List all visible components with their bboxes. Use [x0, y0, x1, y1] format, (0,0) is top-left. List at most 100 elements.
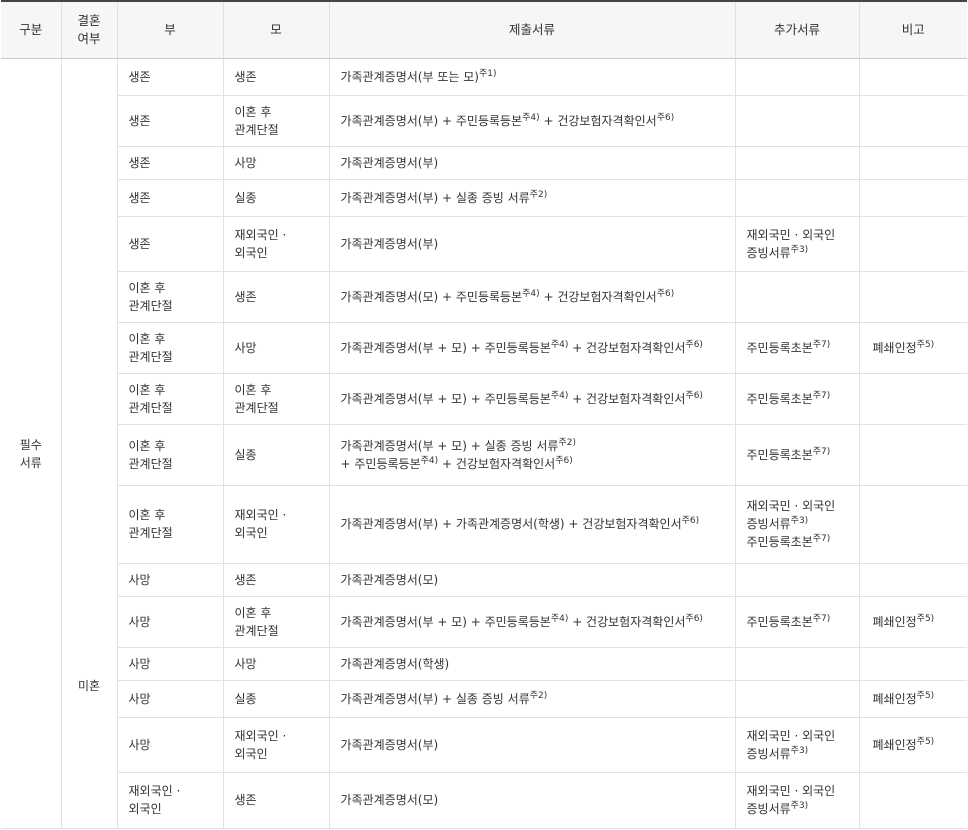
table-row: 사망 사망 가족관계증명서(학생)	[1, 647, 967, 681]
note-cell	[858, 95, 967, 147]
father-status-cell: 사망	[116, 647, 223, 681]
cell-text: 주민등록초본	[746, 340, 813, 355]
cell-text: 가족관계증명서(부 + 모) + 실종 증빙 서류	[340, 438, 559, 453]
cell-text: 가족관계증명서(부) + 실종 증빙 서류	[340, 190, 530, 205]
header-documents: 제출서류	[328, 0, 735, 59]
additional-documents-cell: 주민등록초본주7)	[734, 596, 859, 648]
cell-text: 가족관계증명서(부 + 모) + 주민등록등본	[340, 340, 551, 355]
mother-status-cell: 사망	[222, 322, 329, 374]
note-cell	[858, 485, 967, 564]
father-status-cell: 사망	[116, 563, 223, 597]
documents-cell: 가족관계증명서(모)	[328, 563, 735, 597]
father-status-cell: 이혼 후 관계단절	[116, 373, 223, 425]
table-row: 이혼 후 관계단절 실종 가족관계증명서(부 + 모) + 실종 증빙 서류주2) …	[1, 424, 967, 486]
table-row: 사망 생존 가족관계증명서(모)	[1, 563, 967, 597]
additional-documents-cell: 주민등록초본주7)	[734, 373, 859, 425]
category-cell: 필수 서류	[1, 58, 61, 829]
additional-documents-cell: 재외국민 · 외국인 증빙서류주3)	[734, 717, 859, 773]
documents-cell: 가족관계증명서(부 또는 모)주1)	[328, 58, 735, 96]
mother-status-cell: 이혼 후 관계단절	[222, 373, 329, 425]
table-row: 이혼 후 관계단절 이혼 후 관계단절 가족관계증명서(부 + 모) + 주민등록등…	[1, 373, 967, 425]
additional-documents-cell: 재외국민 · 외국인 증빙서류주3)	[734, 216, 859, 272]
cell-text: 폐쇄인정	[872, 737, 917, 752]
documents-cell: 가족관계증명서(부)	[328, 216, 735, 272]
footnote-ref: 주4)	[550, 390, 569, 401]
father-status-cell: 생존	[116, 95, 223, 147]
note-cell	[858, 58, 967, 96]
mother-status-cell: 이혼 후 관계단절	[222, 596, 329, 648]
table-row: 이혼 후 관계단절 사망 가족관계증명서(부 + 모) + 주민등록등본주4) + …	[1, 322, 967, 374]
cell-text: 가족관계증명서(부 + 모) + 주민등록등본	[340, 391, 551, 406]
footnote-ref: 주6)	[555, 455, 573, 466]
cell-text: 가족관계증명서(모)	[340, 572, 439, 587]
father-status-cell: 이혼 후 관계단절	[116, 485, 223, 564]
footnote-ref: 주6)	[685, 339, 703, 350]
cell-text: 재외국민 · 외국인 증빙서류	[746, 784, 836, 816]
cell-text: + 건강보험자격확인서	[539, 289, 657, 304]
additional-documents-cell	[734, 95, 859, 147]
cell-text: 폐쇄인정	[872, 340, 917, 355]
additional-documents-cell: 주민등록초본주7)	[734, 424, 859, 486]
table-body: 필수 서류 미혼 생존 생존 가족관계증명서(부 또는 모)주1) 생존 이혼 후 관계단절…	[1, 58, 967, 829]
header-mother: 모	[222, 0, 329, 59]
documents-cell: 가족관계증명서(부) + 가족관계증명서(학생) + 건강보험자격확인서주6)	[328, 485, 735, 564]
cell-text: 가족관계증명서(부)	[340, 155, 439, 170]
mother-status-cell: 사망	[222, 647, 329, 681]
note-cell	[858, 563, 967, 597]
father-status-cell: 재외국인 · 외국인	[116, 772, 223, 829]
footnote-ref: 주4)	[550, 339, 569, 350]
additional-documents-cell: 재외국민 · 외국인 증빙서류주3) 주민등록초본주7)	[734, 485, 859, 564]
table-row: 이혼 후 관계단절 생존 가족관계증명서(모) + 주민등록등본주4) + 건강보험…	[1, 271, 967, 323]
footnote-ref: 주6)	[685, 390, 703, 401]
father-status-cell: 생존	[116, 179, 223, 217]
header-father: 부	[116, 0, 223, 59]
father-status-cell: 이혼 후 관계단절	[116, 322, 223, 374]
note-cell: 폐쇄인정주5)	[858, 596, 967, 648]
note-cell	[858, 271, 967, 323]
mother-status-cell: 생존	[222, 58, 329, 96]
table-row: 생존 실종 가족관계증명서(부) + 실종 증빙 서류주2)	[1, 179, 967, 217]
footnote-ref: 주7)	[812, 339, 831, 350]
father-status-cell: 사망	[116, 680, 223, 718]
cell-text: + 건강보험자격확인서	[568, 340, 686, 355]
father-status-cell: 사망	[116, 596, 223, 648]
father-status-cell: 생존	[116, 216, 223, 272]
header-marital-status: 결혼 여부	[60, 0, 117, 59]
table-row: 재외국인 · 외국인 생존 가족관계증명서(모) 재외국민 · 외국인 증빙서류주3)	[1, 772, 967, 829]
mother-status-cell: 실종	[222, 680, 329, 718]
documents-cell: 가족관계증명서(부) + 실종 증빙 서류주2)	[328, 680, 735, 718]
additional-documents-cell	[734, 179, 859, 217]
mother-status-cell: 생존	[222, 271, 329, 323]
footnote-ref: 주7)	[812, 613, 831, 624]
cell-text: 가족관계증명서(학생)	[340, 656, 450, 671]
footnote-ref: 주5)	[916, 339, 935, 350]
documents-cell: 가족관계증명서(부) + 주민등록등본주4) + 건강보험자격확인서주6)	[328, 95, 735, 147]
footnote-ref: 주4)	[522, 288, 540, 299]
cell-text: 재외국민 · 외국인 증빙서류	[746, 499, 836, 531]
note-cell	[858, 772, 967, 829]
additional-documents-cell	[734, 563, 859, 597]
mother-status-cell: 재외국인 · 외국인	[222, 216, 329, 272]
documents-cell: 가족관계증명서(모)	[328, 772, 735, 829]
note-cell: 폐쇄인정주5)	[858, 717, 967, 773]
note-cell: 폐쇄인정주5)	[858, 680, 967, 718]
documents-table: 구분 결혼 여부 부 모 제출서류 추가서류 비고 필수 서류 미혼 생존 생존 가족관…	[1, 0, 967, 829]
father-status-cell: 이혼 후 관계단절	[116, 271, 223, 323]
note-cell	[858, 179, 967, 217]
table-row: 생존 재외국인 · 외국인 가족관계증명서(부) 재외국민 · 외국인 증빙서류주3)	[1, 216, 967, 272]
footnote-ref: 주5)	[916, 736, 935, 747]
footnote-ref: 주2)	[558, 437, 576, 448]
cell-text: 가족관계증명서(부) + 주민등록등본	[340, 113, 523, 128]
table-header: 구분 결혼 여부 부 모 제출서류 추가서류 비고	[1, 0, 967, 59]
marital-status-cell: 미혼	[60, 58, 117, 829]
cell-text: + 건강보험자격확인서	[438, 456, 556, 471]
documents-cell: 가족관계증명서(부 + 모) + 주민등록등본주4) + 건강보험자격확인서주6…	[328, 373, 735, 425]
cell-text: 폐쇄인정	[872, 614, 917, 629]
note-cell	[858, 424, 967, 486]
documents-cell: 가족관계증명서(부 + 모) + 주민등록등본주4) + 건강보험자격확인서주6…	[328, 322, 735, 374]
mother-status-cell: 실종	[222, 179, 329, 217]
additional-documents-cell: 주민등록초본주7)	[734, 322, 859, 374]
cell-text: 가족관계증명서(모)	[340, 793, 439, 807]
cell-text: 가족관계증명서(부)	[340, 236, 439, 251]
cell-text: 가족관계증명서(부 + 모) + 주민등록등본	[340, 614, 551, 629]
